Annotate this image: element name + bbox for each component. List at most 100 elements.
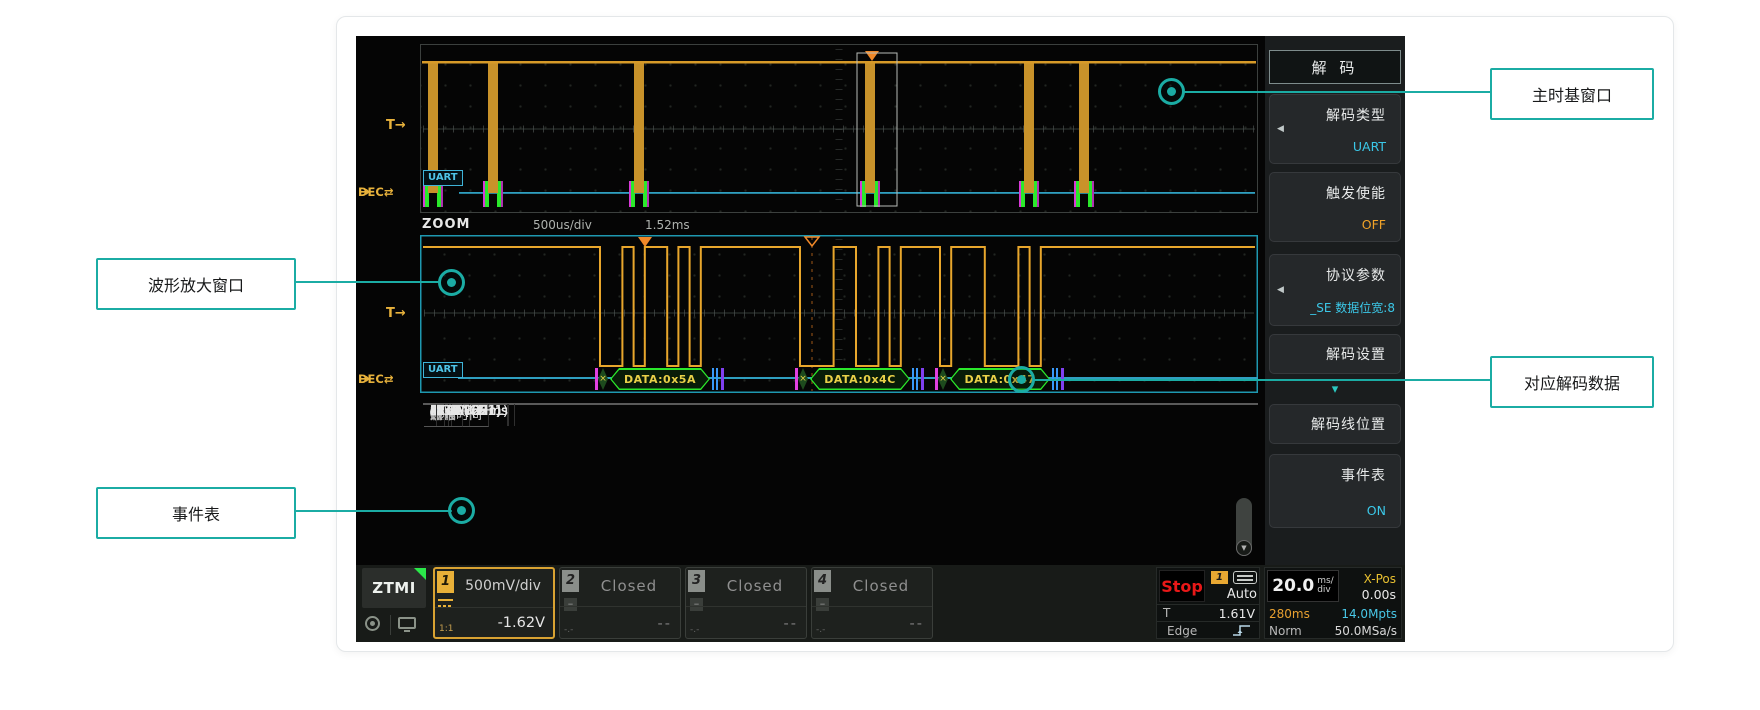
trigger-level-marker-zoom: T→	[386, 306, 406, 321]
trigger-type: Edge	[1167, 624, 1197, 638]
frame-start-marker	[935, 368, 938, 390]
frame-idle-marker	[1061, 368, 1064, 390]
main-timebase-window	[420, 44, 1258, 213]
main-waveform-svg	[421, 45, 1257, 212]
channel-off-icon: –	[690, 598, 703, 611]
menu-collapse-icon[interactable]: ▾	[1265, 382, 1405, 397]
quick-tools	[362, 613, 426, 639]
table-scrollbar[interactable]: ▼	[1236, 498, 1252, 556]
menu-item-label: 解码线位置	[1311, 414, 1386, 434]
menu-item-value: _SE 数据位宽:8	[1310, 299, 1395, 316]
trigger-coupling-icon	[1233, 571, 1257, 584]
frame-stop-marker	[916, 368, 918, 390]
acquire-mode: Norm	[1269, 624, 1302, 638]
channel-scale: Closed	[836, 577, 926, 595]
decode-data-bubble: DATA:0x47	[950, 368, 1050, 390]
callout-main-timebase: 主时基窗口	[1490, 68, 1654, 120]
frame-stop-marker	[1056, 368, 1058, 390]
frame-start-icon: ×	[938, 368, 948, 390]
channel-2[interactable]: 2–Closed-.---	[559, 567, 681, 639]
menu-item-6[interactable]: 事件表ON	[1269, 454, 1401, 528]
callout-marker-main-timebase	[1158, 78, 1185, 105]
zoom-timebase-scale: 500us/div	[533, 218, 592, 232]
timebase-status-block: 20.0 ms/ div X-Pos 0.00s 280ms 14.0Mpts …	[1264, 567, 1402, 639]
divider	[1157, 604, 1259, 605]
event-cell	[424, 404, 437, 426]
memory-depth: 14.0Mpts	[1341, 607, 1397, 621]
frame-start-icon: ×	[798, 368, 808, 390]
menu-item-label: 触发使能	[1326, 183, 1386, 203]
frame-start-marker	[795, 368, 798, 390]
callout-decode-data: 对应解码数据	[1490, 356, 1654, 408]
trigger-level-value: 1.61V	[1219, 606, 1255, 621]
channel-number-badge: 3	[688, 570, 705, 592]
menu-item-2[interactable]: 触发使能 OFF	[1269, 172, 1401, 242]
trigger-level-marker-main: T→	[386, 118, 406, 133]
channel-scale: Closed	[584, 577, 674, 595]
callout-zoom-window: 波形放大窗口	[96, 258, 296, 310]
menu-item-label: 协议参数	[1326, 265, 1386, 285]
frame-stop-marker	[712, 368, 714, 390]
divider	[435, 607, 553, 608]
xpos-value: 0.00s	[1362, 587, 1396, 602]
frame-start-marker	[595, 368, 598, 390]
unit-line2: div	[1317, 586, 1334, 595]
page: T→ DEC⇄→ UART ZOOM 500us/div 1.52ms T→ D…	[0, 0, 1760, 710]
channel-number-badge: 4	[814, 570, 831, 592]
capture-window: 280ms	[1269, 607, 1310, 621]
channel-off-icon: –	[564, 598, 577, 611]
sample-rate: 50.0MSa/s	[1335, 624, 1397, 638]
menu-item-3[interactable]: ◀ 协议参数 _SE 数据位宽:8	[1269, 254, 1401, 326]
scroll-down-button[interactable]: ▼	[1236, 540, 1252, 556]
callout-marker-event-table	[448, 497, 475, 524]
frame-stop-marker	[1052, 368, 1054, 390]
menu-item-label: 解码设置	[1326, 344, 1386, 364]
channel-scale: 500mV/div	[459, 578, 547, 594]
decode-bubble-row: ×DATA:0x5A×DATA:0x4C×DATA:0x47	[356, 368, 1405, 390]
channel-4[interactable]: 4–Closed-.---	[811, 567, 933, 639]
timebase-scale[interactable]: 20.0 ms/ div	[1267, 570, 1339, 602]
event-table: B 序号 开始时间 结束时间 名称 数据 →1-136.850ms-136.75…	[423, 403, 1258, 405]
channel-offset: --	[910, 616, 924, 632]
menu-item-value: ON	[1367, 503, 1386, 518]
divider	[686, 606, 806, 607]
menu-item-1[interactable]: ◀解码类型UART	[1269, 94, 1401, 164]
probe-ratio: 1:1	[439, 624, 453, 634]
callout-marker-decode-data	[1008, 366, 1035, 393]
frame-idle-marker	[921, 368, 924, 390]
channel-1[interactable]: 1500mV/div1:1-1.62V	[433, 567, 555, 639]
divider	[812, 606, 932, 607]
decode-data-bubble: DATA:0x4C	[810, 368, 910, 390]
gesture-icon[interactable]	[365, 616, 380, 631]
scroll-down-icon: ▼	[1241, 544, 1246, 552]
decode-data-bubble-inner: DATA:0x4C	[812, 370, 909, 389]
status-bar: ZTMI 1500mV/div1:1-1.62V2–Closed-.---3–C…	[356, 565, 1405, 642]
submenu-arrow-icon: ◀	[1277, 124, 1284, 134]
frame-start-icon: ×	[598, 368, 608, 390]
channel-3[interactable]: 3–Closed-.---	[685, 567, 807, 639]
channel-number-badge: 1	[437, 571, 454, 593]
display-icon[interactable]	[398, 617, 416, 629]
trigger-source-badge: 1	[1211, 571, 1228, 584]
oscilloscope-screen: T→ DEC⇄→ UART ZOOM 500us/div 1.52ms T→ D…	[356, 36, 1405, 642]
divider	[560, 606, 680, 607]
run-state-indicator[interactable]: Stop	[1159, 570, 1205, 602]
decode-data-text: DATA:0x5A	[624, 373, 696, 386]
trigger-mode[interactable]: Auto	[1207, 587, 1257, 602]
trigger-status-block: Stop 1 Auto T 1.61V Edge	[1156, 567, 1260, 639]
menu-title: 解 码	[1269, 50, 1401, 84]
channel-number-badge: 2	[562, 570, 579, 592]
run-state-text: Stop	[1161, 577, 1203, 596]
menu-item-value: OFF	[1362, 217, 1386, 232]
frame-idle-marker	[721, 368, 724, 390]
timebase-unit: ms/ div	[1317, 577, 1334, 595]
zoom-window-title: ZOOM	[422, 217, 470, 232]
decode-data-bubble: DATA:0x5A	[610, 368, 710, 390]
submenu-arrow-icon: ◀	[1277, 285, 1284, 295]
divider	[1157, 621, 1259, 622]
probe-ratio: -.-	[564, 625, 573, 635]
menu-item-5[interactable]: 解码线位置	[1269, 404, 1401, 444]
trigger-level-label: T	[1163, 606, 1170, 620]
menu-item-4[interactable]: 解码设置	[1269, 334, 1401, 374]
uart-tag-main: UART	[423, 170, 463, 186]
